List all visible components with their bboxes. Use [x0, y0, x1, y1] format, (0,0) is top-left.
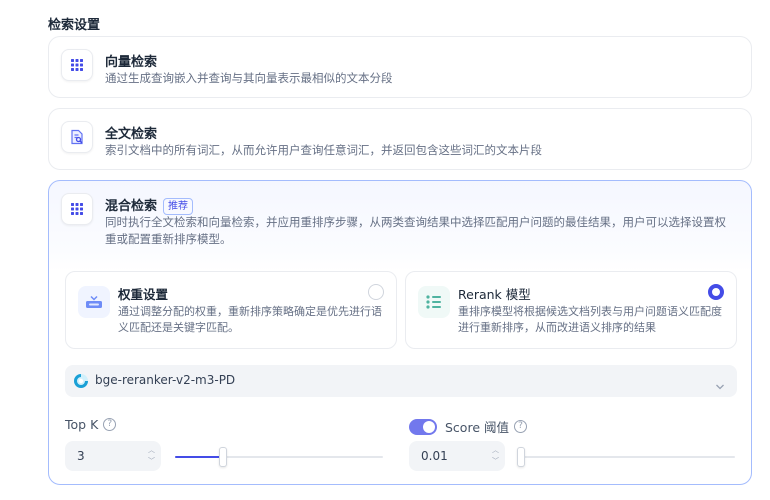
- weight-settings-option[interactable]: 权重设置 通过调整分配的权重，重新排序策略确定是优先进行语义匹配还是关键字匹配。: [65, 271, 397, 349]
- fulltext-search-desc: 索引文档中的所有词汇，从而允许用户查询任意词汇，并返回包含这些词汇的文本片段: [105, 143, 542, 157]
- top-k-label: Top K ?: [65, 417, 117, 432]
- stepper-down-icon[interactable]: ﹀: [492, 456, 499, 467]
- weight-settings-radio[interactable]: [368, 284, 384, 300]
- hybrid-search-title-text: 混合检索: [105, 199, 158, 214]
- rerank-model-title: Rerank 模型: [458, 287, 531, 302]
- top-k-label-text: Top K: [65, 417, 99, 432]
- rerank-model-name: bge-reranker-v2-m3-PD: [95, 373, 236, 387]
- top-k-slider-handle[interactable]: [219, 447, 227, 467]
- top-k-help-icon[interactable]: ?: [103, 418, 117, 431]
- weight-settings-title: 权重设置: [118, 287, 169, 302]
- stepper-down-icon[interactable]: ﹀: [148, 456, 155, 467]
- weight-settings-icon: [78, 286, 110, 318]
- top-k-slider[interactable]: [175, 447, 383, 467]
- model-provider-logo-icon: [73, 373, 89, 389]
- top-k-value: 3: [77, 449, 85, 463]
- top-k-slider-fill: [175, 456, 223, 458]
- score-threshold-value: 0.01: [421, 449, 448, 463]
- score-threshold-toggle[interactable]: [409, 418, 437, 435]
- hybrid-search-option[interactable]: 混合检索 推荐 同时执行全文检索和向量检索，并应用重排序步骤，从两类查询结果中选择…: [48, 180, 752, 485]
- rerank-model-icon: [418, 286, 450, 318]
- hybrid-search-desc: 同时执行全文检索和向量检索，并应用重排序步骤，从两类查询结果中选择匹配用户问题的…: [105, 215, 726, 246]
- top-k-stepper[interactable]: ︿ ﹀: [148, 445, 155, 467]
- score-threshold-slider-handle[interactable]: [517, 447, 525, 467]
- score-threshold-stepper[interactable]: ︿ ﹀: [492, 445, 499, 467]
- rerank-model-select[interactable]: bge-reranker-v2-m3-PD: [65, 365, 737, 397]
- vector-search-option[interactable]: 向量检索 通过生成查询嵌入并查询与其向量表示最相似的文本分段: [48, 36, 752, 98]
- vector-search-title: 向量检索: [105, 55, 158, 70]
- rerank-model-radio[interactable]: [708, 284, 724, 300]
- fulltext-search-option[interactable]: 全文检索 索引文档中的所有词汇，从而允许用户查询任意词汇，并返回包含这些词汇的文…: [48, 108, 752, 170]
- score-threshold-label-text: Score 阈值: [445, 420, 509, 435]
- fulltext-search-title: 全文检索: [105, 127, 158, 142]
- stepper-up-icon[interactable]: ︿: [148, 445, 155, 456]
- chevron-down-icon: [715, 376, 725, 395]
- rerank-model-desc: 重排序模型将根据候选文档列表与用户问题语义匹配度进行重新排序，从而改进语义排序的…: [458, 305, 722, 334]
- fulltext-search-icon: [61, 121, 93, 153]
- recommended-badge: 推荐: [163, 198, 194, 215]
- hybrid-search-title: 混合检索 推荐: [105, 195, 194, 215]
- vector-search-desc: 通过生成查询嵌入并查询与其向量表示最相似的文本分段: [105, 71, 393, 85]
- score-threshold-slider[interactable]: [517, 447, 735, 467]
- top-k-input[interactable]: 3 ︿ ﹀: [65, 441, 161, 471]
- hybrid-search-icon: [61, 193, 93, 225]
- stepper-up-icon[interactable]: ︿: [492, 445, 499, 456]
- section-title: 检索设置: [48, 18, 101, 33]
- weight-settings-desc: 通过调整分配的权重，重新排序策略确定是优先进行语义匹配还是关键字匹配。: [118, 305, 382, 334]
- vector-search-icon: [61, 49, 93, 81]
- rerank-model-option[interactable]: Rerank 模型 重排序模型将根据候选文档列表与用户问题语义匹配度进行重新排序…: [405, 271, 737, 349]
- score-threshold-help-icon[interactable]: ?: [513, 420, 527, 433]
- score-threshold-input[interactable]: 0.01 ︿ ﹀: [409, 441, 505, 471]
- score-threshold-label: Score 阈值 ?: [409, 417, 527, 436]
